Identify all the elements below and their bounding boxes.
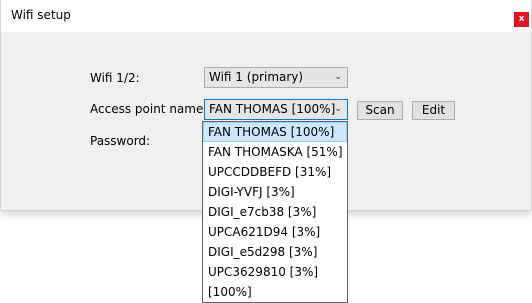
dropdown-option[interactable]: FAN THOMASKA [51%] (203, 142, 347, 162)
wifi-select[interactable]: Wifi 1 (primary) ⌄ (204, 67, 348, 88)
scan-button[interactable]: Scan (357, 101, 403, 120)
access-point-select[interactable]: FAN THOMAS [100%] ⌄ (204, 99, 348, 120)
wifi-label: Wifi 1/2: (90, 71, 140, 85)
dropdown-option[interactable]: UPCCDDBEFD [31%] (203, 162, 347, 182)
dropdown-option[interactable]: UPC3629810 [3%] (203, 262, 347, 282)
window-title: Wifi setup (11, 8, 71, 22)
wifi-select-value: Wifi 1 (primary) (209, 70, 304, 84)
dropdown-option[interactable]: DIGI-YVFJ [3%] (203, 182, 347, 202)
edit-button[interactable]: Edit (412, 101, 455, 120)
dropdown-option[interactable]: FAN THOMAS [100%] (203, 122, 347, 142)
close-icon: x (518, 14, 525, 24)
access-point-label: Access point name: (90, 102, 208, 116)
chevron-down-icon: ⌄ (334, 104, 342, 114)
title-bar: Wifi setup x (1, 0, 531, 32)
password-label: Password: (90, 134, 151, 148)
dropdown-option[interactable]: DIGI_e5d298 [3%] (203, 242, 347, 262)
access-point-dropdown-list: FAN THOMAS [100%] FAN THOMASKA [51%] UPC… (202, 121, 348, 303)
access-point-select-value: FAN THOMAS [100%] (209, 102, 336, 116)
dropdown-option[interactable]: [100%] (203, 282, 347, 302)
dropdown-option[interactable]: DIGI_e7cb38 [3%] (203, 202, 347, 222)
close-button[interactable]: x (514, 12, 529, 27)
dropdown-option[interactable]: UPCA621D94 [3%] (203, 222, 347, 242)
chevron-down-icon: ⌄ (334, 72, 342, 82)
